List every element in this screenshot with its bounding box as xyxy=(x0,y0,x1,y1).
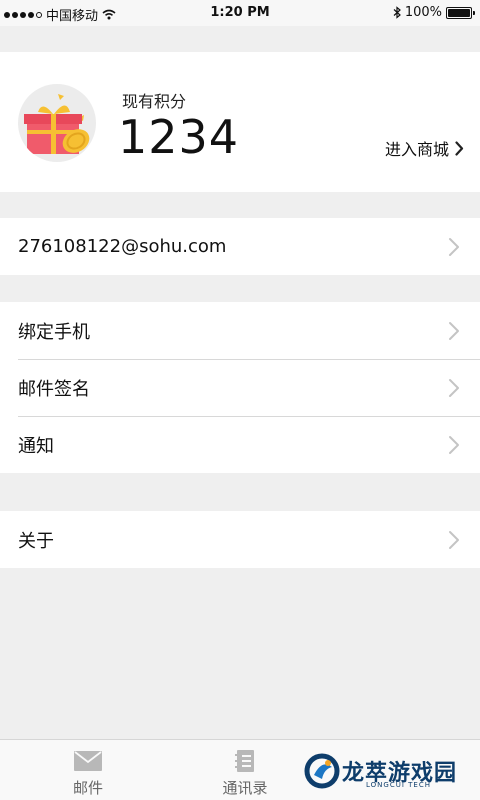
bind-phone-label: 绑定手机 xyxy=(18,321,90,343)
contacts-icon xyxy=(235,750,254,772)
account-email-row[interactable]: 276108122@sohu.com xyxy=(0,218,480,275)
enter-mall-link[interactable]: 进入商城 xyxy=(385,136,464,160)
about-card: 关于 xyxy=(0,511,480,568)
chevron-right-icon xyxy=(449,322,459,340)
mail-icon xyxy=(74,751,102,771)
tab-contacts-label: 通讯录 xyxy=(222,779,268,797)
account-card: 276108122@sohu.com xyxy=(0,218,480,275)
battery-level xyxy=(448,8,470,17)
bluetooth-icon xyxy=(393,6,401,19)
gift-icon xyxy=(18,84,96,162)
settings-card: 绑定手机 邮件签名 通知 xyxy=(0,302,480,473)
watermark-logo: 龙萃游戏园 LONGCUI TECH xyxy=(304,745,474,797)
watermark-subtext: LONGCUI TECH xyxy=(366,781,431,789)
status-right: 100% xyxy=(393,5,475,20)
chevron-right-icon xyxy=(449,436,459,454)
chevron-right-icon xyxy=(449,531,459,549)
notification-row[interactable]: 通知 xyxy=(0,416,480,473)
notification-label: 通知 xyxy=(18,435,54,457)
enter-mall-label: 进入商城 xyxy=(384,140,449,159)
watermark-emblem-icon xyxy=(304,753,340,789)
points-value: 1234 xyxy=(118,110,240,164)
battery-percent: 100% xyxy=(404,5,442,20)
battery-icon xyxy=(446,6,475,19)
tab-contacts[interactable]: 通讯录 xyxy=(165,740,325,800)
tab-mail-label: 邮件 xyxy=(72,779,103,797)
about-label: 关于 xyxy=(18,530,54,552)
account-email: 276108122@sohu.com xyxy=(18,236,227,257)
about-row[interactable]: 关于 xyxy=(0,511,480,568)
chevron-right-icon xyxy=(449,238,459,256)
points-card: 现有积分 1234 进入商城 xyxy=(0,52,480,192)
mail-signature-label: 邮件签名 xyxy=(18,378,90,400)
points-label: 现有积分 xyxy=(122,92,187,111)
chevron-right-icon xyxy=(449,379,459,397)
status-bar: 中国移动 1:20 PM 100% xyxy=(0,0,480,26)
bind-phone-row[interactable]: 绑定手机 xyxy=(0,302,480,359)
mail-signature-row[interactable]: 邮件签名 xyxy=(0,359,480,416)
tab-mail[interactable]: 邮件 xyxy=(8,740,168,800)
chevron-right-icon xyxy=(455,140,464,156)
